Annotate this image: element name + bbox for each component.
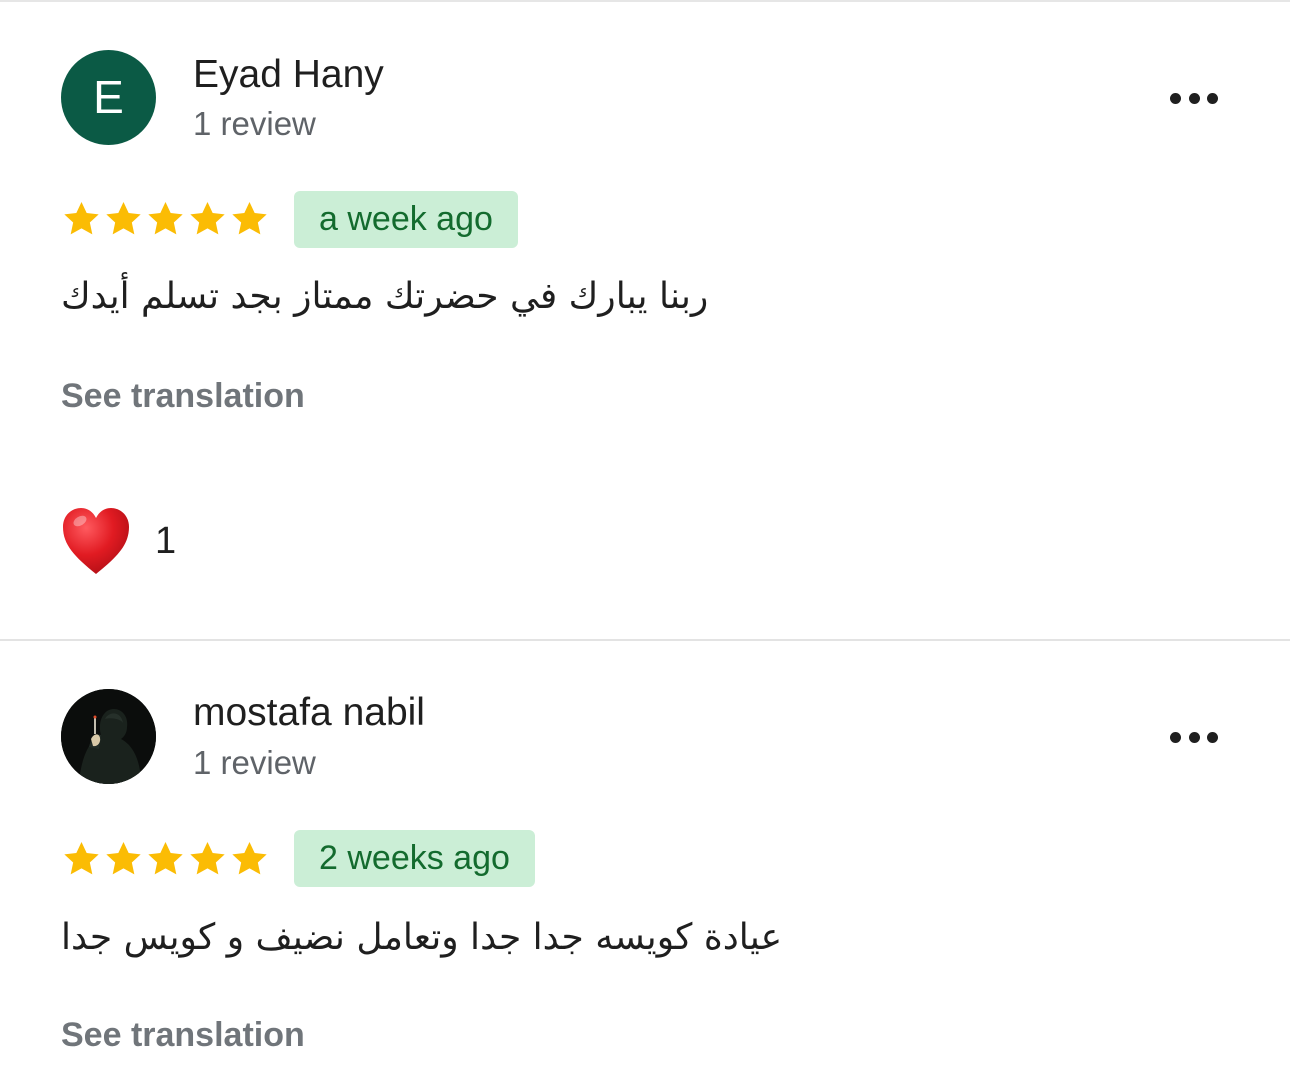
see-translation-link[interactable]: See translation — [61, 1016, 305, 1055]
avatar[interactable] — [61, 689, 156, 784]
star-icon — [64, 202, 99, 235]
see-translation-link[interactable]: See translation — [61, 377, 305, 416]
reviewer-name[interactable]: Eyad Hany — [193, 53, 384, 97]
reviewer-name[interactable]: mostafa nabil — [193, 691, 425, 735]
more-options-button[interactable] — [1164, 83, 1224, 113]
star-icon — [190, 202, 225, 235]
review-text: ربنا يبارك في حضرتك ممتاز بجد تسلم أيدك — [61, 276, 709, 317]
more-options-button[interactable] — [1164, 722, 1224, 752]
more-dot — [1170, 92, 1181, 104]
star-icon — [232, 842, 267, 875]
avatar-letter: E — [93, 71, 124, 123]
reaction-count: 1 — [155, 519, 177, 562]
reaction-button[interactable]: 1 — [61, 505, 176, 577]
star-icon — [106, 202, 141, 235]
avatar[interactable]: E — [61, 50, 156, 145]
heart-icon — [63, 508, 129, 574]
reviewer-review-count: 1 review — [193, 105, 316, 142]
more-dot — [1188, 731, 1200, 743]
star-icon — [232, 202, 267, 235]
star-icon — [148, 202, 183, 235]
more-dot — [1207, 731, 1218, 743]
star-rating — [61, 839, 270, 879]
reviewer-review-count: 1 review — [193, 744, 316, 781]
profile-photo — [61, 689, 156, 784]
star-icon — [148, 842, 183, 875]
date-badge: a week ago — [294, 191, 518, 248]
date-badge: 2 weeks ago — [294, 830, 535, 887]
reviews-page: E Eyad Hany 1 review a week ago ربنا يبا… — [0, 0, 1290, 1085]
review-card: mostafa nabil 1 review 2 weeks ago عيادة… — [0, 641, 1290, 1085]
star-icon — [64, 842, 99, 875]
star-rating — [61, 199, 270, 239]
star-icon — [190, 842, 225, 875]
more-dot — [1188, 92, 1200, 104]
more-dot — [1170, 731, 1181, 743]
review-text: عيادة كويسه جدا جدا وتعامل نضيف و كويس ج… — [61, 917, 783, 958]
review-card: E Eyad Hany 1 review a week ago ربنا يبا… — [0, 0, 1290, 639]
star-icon — [106, 842, 141, 875]
more-dot — [1207, 92, 1218, 104]
